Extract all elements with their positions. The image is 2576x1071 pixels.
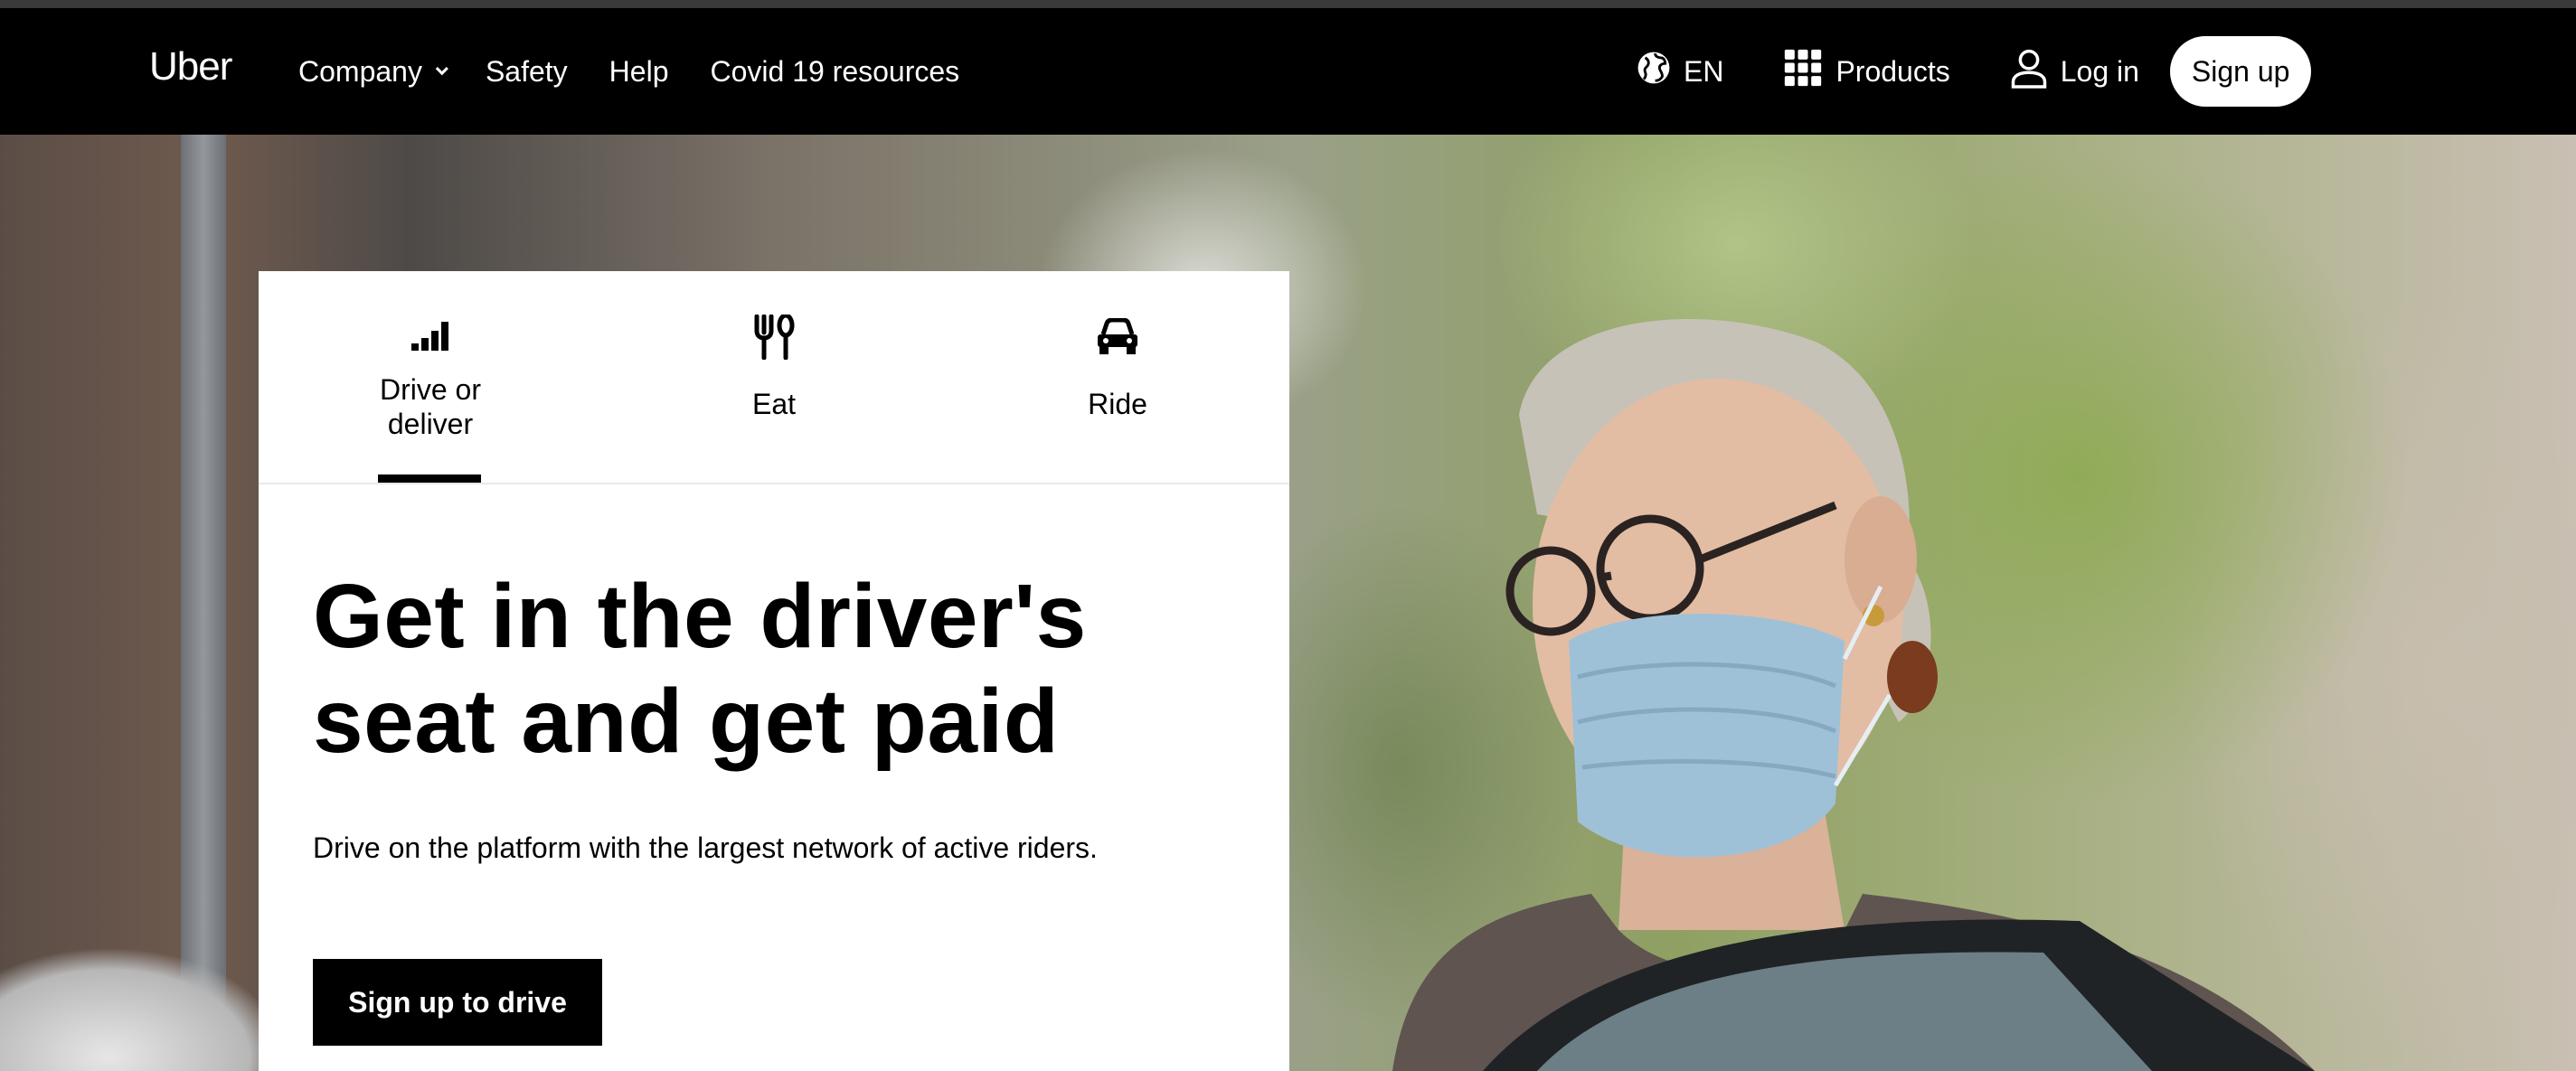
nav-actions: EN Products Log in Sign up [1637, 8, 2312, 135]
nav-help-link[interactable]: Help [609, 55, 669, 89]
nav-company-label: Company [298, 54, 422, 88]
globe-icon [1637, 51, 1671, 92]
language-selector[interactable]: EN [1637, 51, 1723, 92]
hero-section: Drive or deliver Eat Ride Get in the dri… [0, 135, 2576, 1071]
login-label: Log in [2060, 54, 2139, 88]
language-label: EN [1684, 54, 1724, 88]
user-icon [2010, 47, 2048, 96]
top-navbar: Uber Company Safety Help Covid 19 resour… [0, 8, 2576, 135]
selected-tab-indicator [378, 474, 481, 483]
tab-eat[interactable]: Eat [602, 271, 946, 484]
uber-logo[interactable]: Uber [149, 44, 232, 89]
tab-drive-label: Drive or deliver [379, 373, 481, 440]
nav-covid-link[interactable]: Covid 19 resources [710, 55, 959, 89]
car-icon [1096, 315, 1139, 360]
tab-eat-label: Eat [751, 388, 797, 420]
tab-drive-or-deliver[interactable]: Drive or deliver [259, 271, 602, 484]
hero-card: Drive or deliver Eat Ride Get in the dri… [259, 271, 1289, 1071]
nav-company-dropdown[interactable]: Company [298, 54, 448, 89]
products-menu-button[interactable]: Products [1783, 48, 1950, 95]
nav-safety-link[interactable]: Safety [486, 55, 568, 89]
hero-title: Get in the driver's seat and get paid [313, 566, 1087, 772]
top-border [0, 0, 2576, 8]
hero-description: Drive on the platform with the largest n… [313, 831, 1098, 864]
tab-ride-label: Ride [1088, 388, 1147, 420]
sign-up-to-drive-button[interactable]: Sign up to drive [313, 959, 602, 1046]
bars-icon [411, 315, 449, 360]
utensils-icon [753, 315, 795, 360]
tab-ride[interactable]: Ride [946, 271, 1289, 484]
primary-nav: Company Safety Help Covid 19 resources [298, 8, 959, 135]
chevron-down-icon [435, 62, 448, 76]
service-tabs: Drive or deliver Eat Ride [259, 271, 1289, 484]
grid-icon [1783, 48, 1823, 95]
login-link[interactable]: Log in [2010, 47, 2139, 96]
products-label: Products [1835, 54, 1950, 88]
signup-button[interactable]: Sign up [2169, 36, 2312, 107]
